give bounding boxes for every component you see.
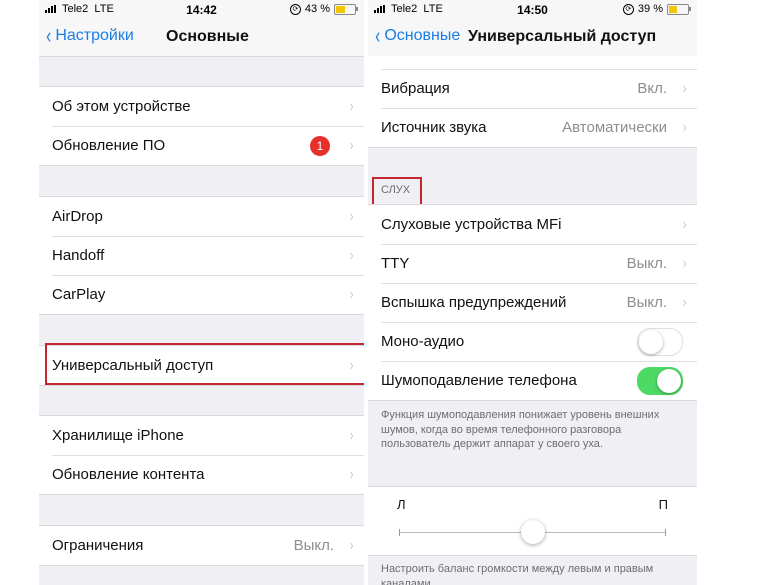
balance-left-label: Л — [397, 497, 406, 512]
chevron-right-icon: › — [682, 118, 687, 136]
list-item-airdrop[interactable]: AirDrop › — [39, 197, 364, 236]
status-bar: Tele2 LTE 14:42 ⟳ 43 % — [39, 0, 364, 18]
highlight-box — [372, 177, 422, 207]
list-item-audio-routing[interactable]: Источник звука Автоматически › — [368, 108, 697, 147]
list-item-carplay[interactable]: CarPlay › — [39, 275, 364, 314]
list-item-led-flash[interactable]: Вспышка предупреждений Выкл. › — [368, 283, 697, 322]
list-item-mfi-hearing-devices[interactable]: Слуховые устройства MFi › — [368, 205, 697, 244]
chevron-right-icon: › — [682, 79, 687, 97]
chevron-right-icon: › — [349, 285, 354, 303]
balance-description: Настроить баланс громкости между левым и… — [381, 563, 654, 585]
list-item-background-refresh[interactable]: Обновление контента › — [39, 455, 364, 494]
nav-bar: ‹ Настройки Основные — [39, 18, 364, 57]
nav-bar: ‹ Основные Универсальный доступ — [368, 18, 697, 57]
rotation-lock-icon: ⟳ — [622, 3, 634, 15]
back-button[interactable]: ‹ Настройки — [45, 23, 134, 48]
highlight-box — [45, 343, 364, 385]
back-label: Основные — [384, 27, 461, 44]
chevron-right-icon: › — [349, 465, 354, 483]
list-item-noise-cancellation: Шумоподавление телефона — [368, 361, 697, 400]
chevron-right-icon: › — [682, 254, 687, 272]
battery-percent: 39 % — [637, 3, 663, 15]
chevron-right-icon: › — [349, 207, 354, 225]
list-item-software-update[interactable]: Обновление ПО 1 › — [39, 126, 364, 165]
noise-cancellation-description: Функция шумоподавления понижает уровень … — [381, 409, 660, 450]
battery-icon — [667, 3, 691, 15]
row-value: Вкл. — [637, 80, 667, 97]
list-item-about[interactable]: Об этом устройстве › — [39, 87, 364, 126]
page-title: Универсальный доступ — [468, 28, 657, 45]
back-button[interactable]: ‹ Основные — [374, 23, 461, 48]
balance-slider-cell: Л П — [368, 486, 697, 556]
battery-percent: 43 % — [304, 3, 330, 15]
balance-slider-thumb[interactable] — [520, 520, 545, 544]
settings-group: Ограничения Выкл. › — [39, 525, 364, 566]
list-item-tty[interactable]: TTY Выкл. › — [368, 244, 697, 283]
row-value: Выкл. — [626, 294, 667, 311]
list-item-iphone-storage[interactable]: Хранилище iPhone › — [39, 416, 364, 455]
settings-group: Об этом устройстве › Обновление ПО 1 › — [39, 86, 364, 166]
chevron-right-icon: › — [349, 136, 354, 154]
settings-group: AirDrop › Handoff › CarPlay › — [39, 196, 364, 315]
back-chevron-icon: ‹ — [46, 23, 52, 48]
chevron-right-icon: › — [349, 536, 354, 554]
back-label: Настройки — [55, 27, 134, 44]
settings-group: Вибрация Вкл. › Источник звука Автоматическ… — [368, 56, 697, 148]
notification-badge: 1 — [310, 135, 330, 156]
list-item-mono-audio: Моно-аудио — [368, 322, 697, 361]
row-value: Автоматически — [562, 119, 667, 136]
status-bar: Tele2 LTE 14:50 ⟳ 39 % — [368, 0, 697, 18]
settings-group-hearing: Слуховые устройства MFi › TTY Выкл. › Вспыш… — [368, 204, 697, 401]
chevron-right-icon: › — [349, 246, 354, 264]
page-title: Основные — [166, 28, 249, 45]
list-item-vibration[interactable]: Вибрация Вкл. › — [368, 69, 697, 108]
battery-icon — [334, 3, 358, 15]
list-item-handoff[interactable]: Handoff › — [39, 236, 364, 275]
chevron-right-icon: › — [682, 293, 687, 311]
list-item-restrictions[interactable]: Ограничения Выкл. › — [39, 526, 364, 565]
accessibility-screen: Tele2 LTE 14:50 ⟳ 39 % ‹ Основные Универс… — [368, 0, 697, 585]
row-value: Выкл. — [293, 537, 334, 554]
general-settings-screen: Tele2 LTE 14:42 ⟳ 43 % ‹ Настройки Основн… — [39, 0, 364, 585]
noise-cancellation-toggle[interactable] — [637, 366, 683, 395]
row-value: Выкл. — [626, 255, 667, 272]
balance-right-label: П — [658, 497, 668, 512]
rotation-lock-icon: ⟳ — [289, 3, 301, 15]
chevron-right-icon: › — [682, 215, 687, 233]
back-chevron-icon: ‹ — [375, 23, 381, 48]
chevron-right-icon: › — [349, 97, 354, 115]
mono-audio-toggle[interactable] — [637, 327, 683, 356]
chevron-right-icon: › — [349, 426, 354, 444]
settings-group: Хранилище iPhone › Обновление контента › — [39, 415, 364, 495]
